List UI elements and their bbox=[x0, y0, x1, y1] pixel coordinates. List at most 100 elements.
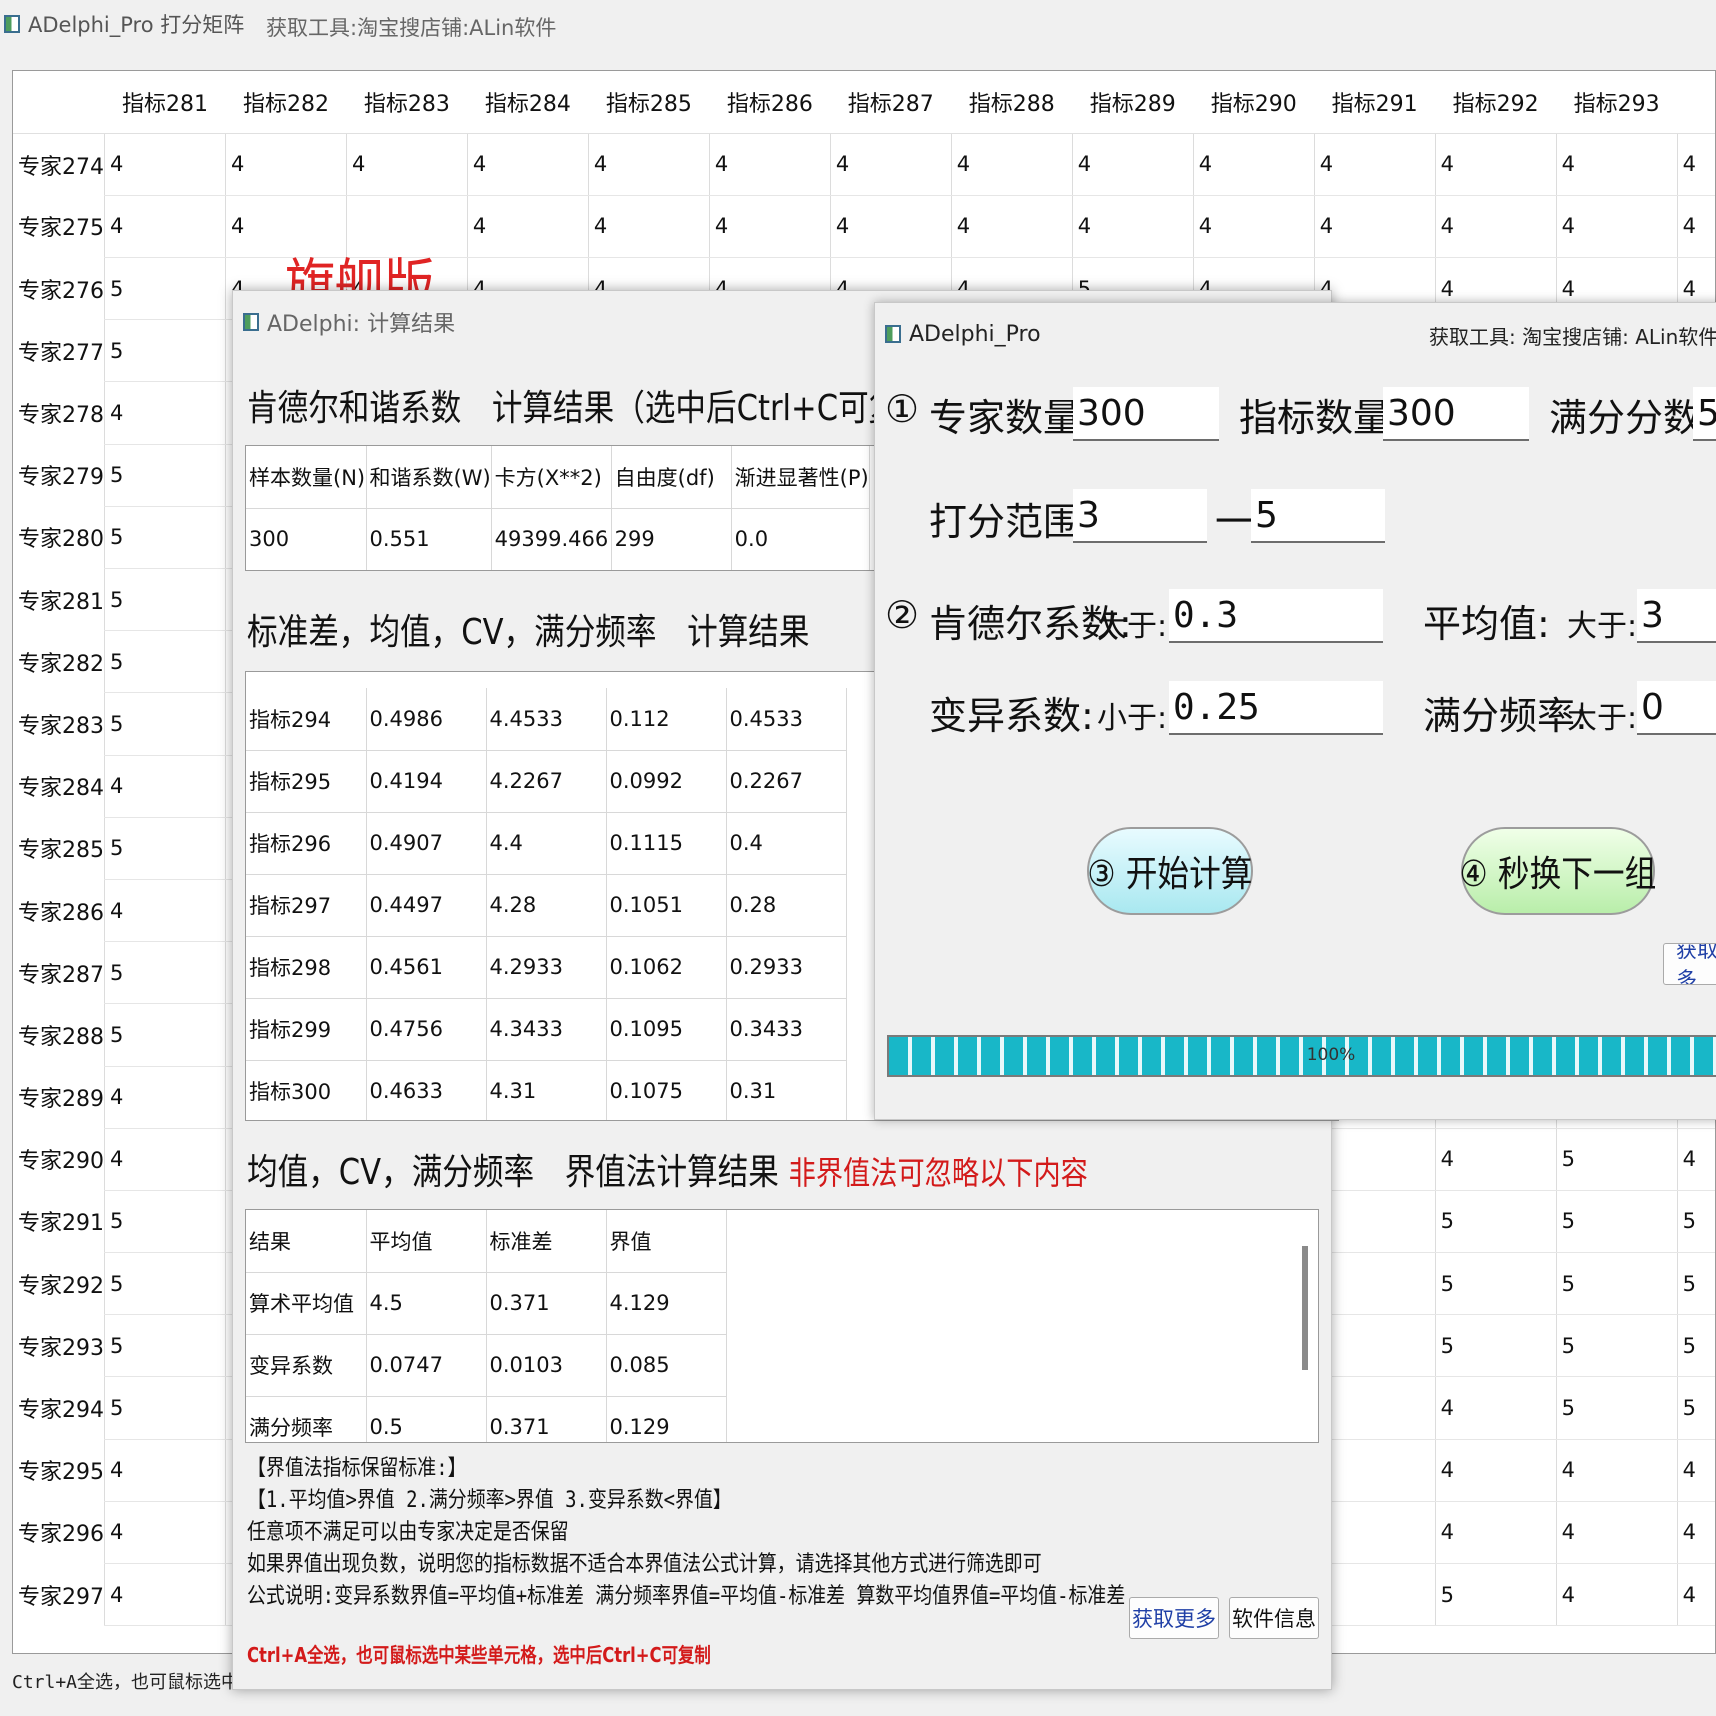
table-cell[interactable]: 4.3433 bbox=[486, 998, 607, 1061]
matrix-col-header[interactable]: 指标282 bbox=[225, 71, 347, 134]
matrix-cell[interactable]: 4 bbox=[104, 195, 226, 259]
table-cell[interactable]: 0.4907 bbox=[366, 812, 487, 875]
table-cell[interactable]: 0.551 bbox=[366, 508, 492, 570]
table-cell[interactable]: 0.0 bbox=[731, 508, 870, 570]
table-cell[interactable]: 4.5 bbox=[366, 1272, 487, 1335]
table-cell[interactable]: 0.31 bbox=[726, 1060, 847, 1120]
matrix-col-header[interactable]: 指标291 bbox=[1314, 71, 1436, 134]
table-cell[interactable]: 300 bbox=[246, 508, 367, 570]
matrix-cell[interactable]: 4 bbox=[1313, 1314, 1436, 1378]
matrix-cell[interactable]: 4 bbox=[1434, 195, 1557, 259]
matrix-row-header[interactable]: 专家289 bbox=[13, 1066, 105, 1128]
matrix-cell[interactable]: 4 bbox=[1434, 1501, 1557, 1565]
matrix-cell[interactable]: 4 bbox=[1071, 195, 1194, 259]
matrix-row-header[interactable]: 专家284 bbox=[13, 755, 105, 817]
kendall-threshold-input[interactable] bbox=[1169, 589, 1383, 643]
matrix-row-header[interactable]: 专家296 bbox=[13, 1501, 105, 1563]
table-cell[interactable]: 指标299 bbox=[246, 998, 367, 1061]
vertical-scrollbar[interactable] bbox=[1302, 1246, 1308, 1370]
matrix-row-header[interactable]: 专家290 bbox=[13, 1128, 105, 1190]
matrix-cell[interactable]: 5 bbox=[104, 692, 226, 756]
matrix-cell[interactable]: 4 bbox=[1434, 1439, 1557, 1502]
table-cell[interactable]: 0.2933 bbox=[726, 936, 847, 999]
table-cell[interactable]: 满分频率 bbox=[246, 1396, 367, 1442]
matrix-col-header[interactable]: 指标287 bbox=[830, 71, 952, 134]
table-cell[interactable]: 4.2267 bbox=[486, 750, 607, 813]
matrix-cell[interactable]: 4 bbox=[1676, 133, 1715, 196]
full-freq-threshold-input[interactable] bbox=[1637, 681, 1716, 735]
table-header-cell[interactable]: 和谐系数(W) bbox=[366, 446, 492, 509]
get-more-button[interactable]: 获取更多 bbox=[1129, 1597, 1219, 1639]
matrix-cell[interactable]: 4 bbox=[1313, 1439, 1436, 1502]
matrix-row-header[interactable]: 专家283 bbox=[13, 693, 105, 755]
mean-threshold-input[interactable] bbox=[1637, 589, 1716, 643]
matrix-cell[interactable]: 4 bbox=[1555, 1439, 1678, 1502]
table-cell[interactable]: 0.4533 bbox=[726, 688, 847, 751]
matrix-cell[interactable]: 5 bbox=[104, 941, 226, 1005]
matrix-cell[interactable]: 4 bbox=[1434, 133, 1557, 196]
table-cell[interactable]: 4.31 bbox=[486, 1060, 607, 1120]
matrix-cell[interactable]: 5 bbox=[1313, 1252, 1436, 1316]
matrix-cell[interactable]: 5 bbox=[1434, 1314, 1557, 1378]
matrix-row-header[interactable]: 专家276 bbox=[13, 258, 105, 320]
expert-count-input[interactable] bbox=[1073, 387, 1219, 441]
matrix-row-header[interactable]: 专家294 bbox=[13, 1377, 105, 1439]
matrix-cell[interactable]: 4 bbox=[104, 1563, 226, 1627]
matrix-cell[interactable]: 5 bbox=[1434, 1252, 1557, 1316]
matrix-cell[interactable]: 5 bbox=[1434, 1563, 1557, 1627]
table-cell[interactable]: 0.1051 bbox=[606, 874, 727, 937]
matrix-cell[interactable]: 5 bbox=[1676, 1314, 1715, 1378]
matrix-row-header[interactable]: 专家277 bbox=[13, 320, 105, 382]
matrix-cell[interactable]: 4 bbox=[829, 133, 952, 196]
matrix-cell[interactable]: 4 bbox=[1434, 1376, 1557, 1440]
table-cell[interactable]: 0.4497 bbox=[366, 874, 487, 937]
matrix-col-header[interactable]: 指标293 bbox=[1556, 71, 1678, 134]
table-header-cell[interactable]: 平均值 bbox=[366, 1210, 487, 1273]
matrix-cell[interactable]: 4 bbox=[950, 133, 1073, 196]
matrix-cell[interactable]: 4 bbox=[466, 195, 589, 259]
start-calc-button[interactable]: ③ 开始计算 bbox=[1087, 827, 1253, 915]
table-cell[interactable]: 0.085 bbox=[606, 1334, 727, 1397]
matrix-cell[interactable]: 4 bbox=[587, 195, 710, 259]
next-group-button[interactable]: ④ 秒换下一组 bbox=[1460, 827, 1656, 915]
matrix-cell[interactable]: 4 bbox=[1676, 195, 1715, 259]
table-cell[interactable]: 299 bbox=[611, 508, 732, 570]
table-cell[interactable]: 4.2933 bbox=[486, 936, 607, 999]
matrix-cell[interactable]: 5 bbox=[1555, 1128, 1678, 1191]
table-cell[interactable]: 0.129 bbox=[606, 1396, 727, 1442]
matrix-row-header[interactable]: 专家286 bbox=[13, 879, 105, 941]
matrix-cell[interactable]: 4 bbox=[1676, 1563, 1715, 1627]
matrix-col-header[interactable]: 指标283 bbox=[346, 71, 468, 134]
matrix-col-header[interactable]: 指标286 bbox=[709, 71, 831, 134]
minimize-icon[interactable]: - bbox=[1711, 319, 1716, 344]
matrix-cell[interactable]: 4 bbox=[1676, 1501, 1715, 1565]
matrix-cell[interactable]: 5 bbox=[104, 817, 226, 880]
table-cell[interactable]: 0.4194 bbox=[366, 750, 487, 813]
matrix-row-header[interactable]: 专家275 bbox=[13, 195, 105, 257]
table-cell[interactable]: 0.1115 bbox=[606, 812, 727, 875]
table-cell[interactable]: 4.129 bbox=[606, 1272, 727, 1335]
matrix-row-header[interactable]: 专家292 bbox=[13, 1253, 105, 1315]
matrix-cell[interactable]: 5 bbox=[1434, 1190, 1557, 1254]
table-cell[interactable]: 0.5 bbox=[366, 1396, 487, 1442]
matrix-row-header[interactable]: 专家280 bbox=[13, 506, 105, 568]
table-cell[interactable]: 指标295 bbox=[246, 750, 367, 813]
matrix-col-header[interactable]: 指标290 bbox=[1193, 71, 1315, 134]
table-cell[interactable]: 0.0992 bbox=[606, 750, 727, 813]
matrix-col-header[interactable]: 指标292 bbox=[1435, 71, 1557, 134]
table-cell[interactable]: 4.4 bbox=[486, 812, 607, 875]
matrix-cell[interactable]: 4 bbox=[1434, 1128, 1557, 1191]
matrix-cell[interactable]: 4 bbox=[1313, 1376, 1436, 1440]
matrix-cell[interactable]: 5 bbox=[104, 568, 226, 632]
full-score-input[interactable] bbox=[1693, 387, 1716, 441]
table-cell[interactable]: 0.1062 bbox=[606, 936, 727, 999]
matrix-cell[interactable]: 4 bbox=[104, 755, 226, 818]
table-cell[interactable]: 0.0747 bbox=[366, 1334, 487, 1397]
matrix-cell[interactable]: 5 bbox=[104, 1003, 226, 1067]
matrix-cell[interactable]: 4 bbox=[1313, 1501, 1436, 1565]
matrix-cell[interactable]: 4 bbox=[1313, 195, 1436, 259]
matrix-cell[interactable]: 5 bbox=[104, 630, 226, 694]
matrix-cell[interactable]: 5 bbox=[1555, 1376, 1678, 1440]
matrix-cell[interactable]: 4 bbox=[1313, 133, 1436, 196]
matrix-row-header[interactable]: 专家295 bbox=[13, 1439, 105, 1501]
